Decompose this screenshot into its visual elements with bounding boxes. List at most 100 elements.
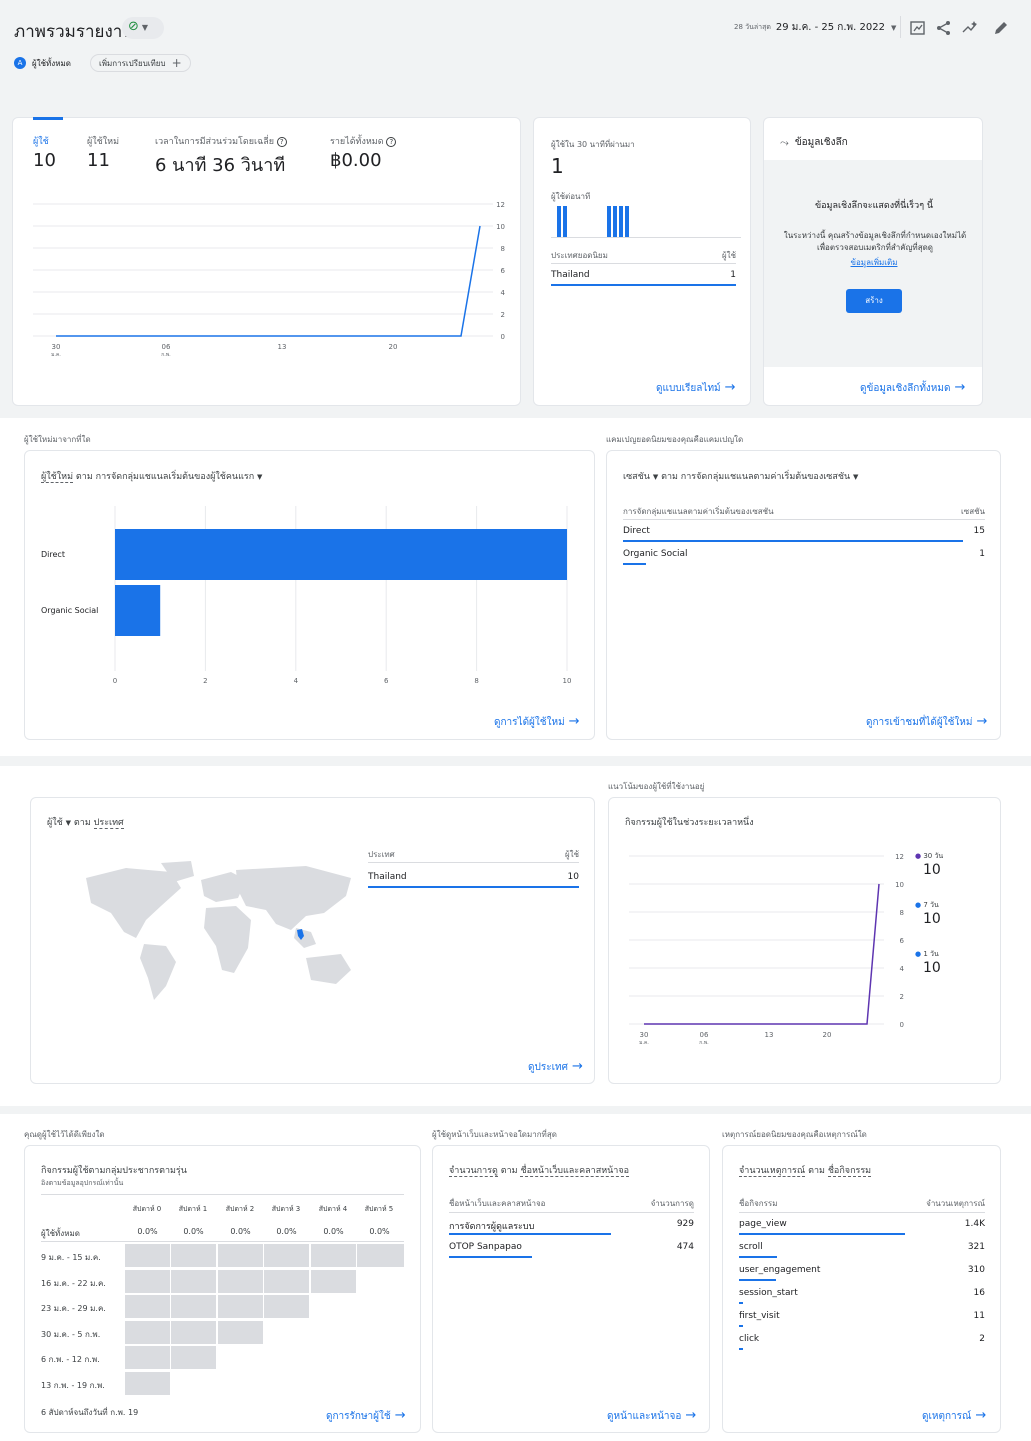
add-comparison-button[interactable]: เพิ่มการเปรียบเทียบ + [90,54,191,72]
realtime-link[interactable]: ดูแบบเรียลไทม์ → [656,380,736,396]
retention-cell[interactable] [311,1244,356,1267]
retention-title: กิจกรรมผู้ใช้ตามกลุ่มประชากรตามรุ่น [41,1166,187,1176]
new-users-dimension-picker[interactable]: ผู้ใช้ใหม่ ตาม การจัดกลุ่มแชแนลเริ่มต้นข… [41,469,262,483]
retention-cell[interactable] [264,1269,309,1293]
campaigns-row-name[interactable]: Organic Social [623,549,688,559]
campaigns-link[interactable]: ดูการเข้าชมที่ได้ผู้ใช้ใหม่ → [866,714,987,730]
campaigns-row-bar [623,540,963,542]
retention-week-header: สัปดาห์ 5 [364,1205,394,1213]
help-icon[interactable]: ? [386,137,397,147]
retention-header-divider [41,1194,404,1195]
date-range-picker[interactable]: 28 วันล่าสุด 29 ม.ค. - 25 ก.พ. 2022 ▼ [734,20,896,35]
ov-y-tick: 0 [501,333,505,341]
insights-link[interactable]: ดูข้อมูลเชิงลึกทั้งหมด → [860,380,965,396]
metric-new-users[interactable]: ผู้ใช้ใหม่ 11 [87,134,119,171]
events-row-value: 310 [967,1265,985,1275]
pages-row-name[interactable]: OTOP Sanpapao [449,1242,522,1252]
caret-down-icon: ▼ [853,473,859,481]
events-row-name[interactable]: first_visit [739,1311,780,1321]
retention-cell[interactable] [171,1295,216,1318]
insights-heading: ข้อมูลเชิงลึกจะแสดงที่นี่เร็วๆ นี้ [814,201,934,211]
tr-y-tick: 10 [895,881,904,889]
events-dimension-picker[interactable]: จำนวนเหตุการณ์ ตาม ชื่อกิจกรรม [739,1163,872,1177]
edit-pencil-icon[interactable] [992,19,1010,37]
create-insight-button[interactable]: สร้าง [846,289,902,313]
retention-cell[interactable] [171,1269,216,1293]
retention-cell[interactable] [125,1346,170,1369]
all-users-chip[interactable]: A ผู้ใช้ทั้งหมด [14,55,71,71]
ov-y-tick: 8 [501,245,505,253]
retention-cell[interactable] [171,1244,216,1267]
pages-row-value: 474 [676,1242,694,1252]
retention-cell[interactable] [357,1244,404,1267]
world-map [86,861,351,1000]
insights-icon[interactable] [961,19,979,37]
countries-link[interactable]: ดูประเทศ → [528,1059,583,1075]
metric-engagement-value: 6 นาที 36 วินาที [155,155,286,176]
retention-cohort-label: 30 ม.ค. - 5 ก.พ. [41,1329,101,1339]
countries-card: ผู้ใช้ ▼ ตาม ประเทศ ประเทศ ผู้ใช้ Thaila… [30,797,595,1084]
metric-revenue[interactable]: รายได้ทั้งหมด ? ฿0.00 [330,134,397,171]
new-users-metric: ผู้ใช้ใหม่ [41,472,74,483]
retention-cell[interactable] [218,1295,263,1318]
help-icon[interactable]: ? [276,137,287,147]
retention-cell[interactable] [125,1269,170,1293]
customize-report-icon[interactable] [909,19,927,37]
pages-dimension-picker[interactable]: จำนวนการดู ตาม ชื่อหน้าเว็บและคลาสหน้าจอ [449,1163,630,1177]
campaigns-by: ตาม การจัดกลุ่มแชแนลตามค่าเริ่มต้นของเซส… [661,472,851,482]
chip-letter-badge: A [14,57,26,69]
events-row-name[interactable]: page_view [739,1219,787,1229]
events-row-bar [739,1233,905,1235]
trends-line-chart: 12108642030ม.ค.06ก.พ.13 20 [629,853,905,1046]
retention-cell[interactable] [171,1346,216,1369]
events-row-name[interactable]: click [739,1334,759,1344]
retention-week-header: สัปดาห์ 3 [271,1205,301,1213]
metric-revenue-label-row: รายได้ทั้งหมด ? [330,134,397,148]
retention-cell[interactable] [218,1269,263,1293]
ov-x-tick: 13 [278,343,287,351]
realtime-row-value: 1 [730,270,736,280]
events-row-name[interactable]: session_start [739,1288,798,1298]
ov-x-tick-month: ก.พ. [161,352,171,358]
retention-week-header: สัปดาห์ 0 [132,1205,162,1213]
section-trends-title: แนวโน้มของผู้ใช้ที่ใช้งานอยู่ [608,782,705,791]
nu-bar[interactable] [115,585,161,636]
tr-y-tick: 8 [900,909,904,917]
retention-cell[interactable] [218,1244,263,1267]
new-users-link[interactable]: ดูการได้ผู้ใช้ใหม่ → [494,714,580,730]
events-row-name[interactable]: user_engagement [739,1265,820,1275]
realtime-link-label: ดูแบบเรียลไทม์ [656,383,721,394]
campaigns-dimension-picker[interactable]: เซสชัน ▼ ตาม การจัดกลุ่มแชแนลตามค่าเริ่ม… [623,469,858,483]
retention-cell[interactable] [125,1244,170,1267]
insights-body-area: ข้อมูลเชิงลึกจะแสดงที่นี่เร็วๆ นี้ ในระห… [764,160,982,367]
africa-shape [204,906,251,973]
caret-down-icon: ▼ [652,473,659,481]
retention-cell[interactable] [125,1295,170,1318]
events-row-name[interactable]: scroll [739,1242,763,1252]
pages-link[interactable]: ดูหน้าและหน้าจอ → [607,1408,696,1424]
retention-cell[interactable] [311,1269,356,1293]
pages-metric: จำนวนการดู [449,1166,498,1177]
new-users-by: ตาม การจัดกลุ่มแชแนลเริ่มต้นของผู้ใช้คนแ… [75,472,255,482]
tr-y-tick: 4 [900,965,905,973]
title-status-chip[interactable]: ⊘ ▼ [122,17,164,39]
retention-link[interactable]: ดูการรักษาผู้ใช้ → [326,1408,406,1424]
retention-cell[interactable] [171,1320,216,1344]
pages-row-name[interactable]: การจัดการผู้ดูแลระบบ [449,1219,534,1233]
nu-bar[interactable] [115,529,567,580]
retention-cell[interactable] [218,1320,263,1344]
retention-cell[interactable] [125,1320,170,1344]
events-link[interactable]: ดูเหตุการณ์ → [922,1408,986,1424]
metric-new-users-label: ผู้ใช้ใหม่ [87,137,120,147]
retention-cell[interactable] [264,1244,309,1267]
metric-engagement-time[interactable]: เวลาในการมีส่วนร่วมโดยเฉลี่ย ? 6 นาที 36… [155,134,287,179]
nu-x-tick: 4 [294,677,299,685]
countries-dimension-picker[interactable]: ผู้ใช้ ▼ ตาม ประเทศ [47,815,124,829]
retention-cell[interactable] [264,1295,309,1318]
campaigns-row-name[interactable]: Direct [623,526,650,536]
metric-users[interactable]: ผู้ใช้ 10 [33,134,56,171]
retention-cell[interactable] [125,1371,170,1395]
share-icon[interactable] [935,19,953,37]
insights-more-link[interactable]: ข้อมูลเพิ่มเติม [774,256,974,269]
check-circle-icon: ⊘ [128,19,139,34]
